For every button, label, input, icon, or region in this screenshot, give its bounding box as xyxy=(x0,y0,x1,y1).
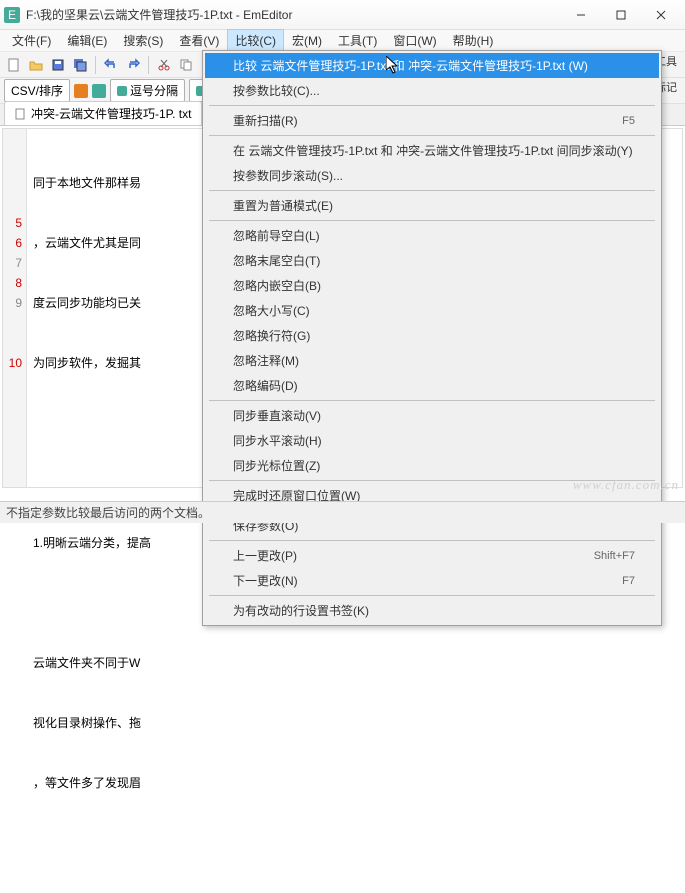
compare-menu: 比较 云端文件管理技巧-1P.txt 和 冲突-云端文件管理技巧-1P.txt … xyxy=(202,50,662,626)
statusbar: 不指定参数比较最后访问的两个文档。 xyxy=(0,501,685,523)
line-number: 6 xyxy=(3,233,22,253)
menu-sync-horz[interactable]: 同步水平滚动(H) xyxy=(205,428,659,453)
csv-mode-icon[interactable] xyxy=(74,84,88,98)
minimize-button[interactable] xyxy=(561,1,601,29)
menu-ignore-case[interactable]: 忽略大小写(C) xyxy=(205,298,659,323)
menu-sync-cursor[interactable]: 同步光标位置(Z) xyxy=(205,453,659,478)
maximize-button[interactable] xyxy=(601,1,641,29)
status-text: 不指定参数比较最后访问的两个文档。 xyxy=(6,504,210,521)
menu-compare[interactable]: 比较(C) xyxy=(227,29,284,52)
cut-icon[interactable] xyxy=(154,55,174,75)
menu-sync-params[interactable]: 按参数同步滚动(S)... xyxy=(205,163,659,188)
csv-mode2-icon[interactable] xyxy=(92,84,106,98)
copy-icon[interactable] xyxy=(176,55,196,75)
menu-sync-scroll[interactable]: 在 云端文件管理技巧-1P.txt 和 冲突-云端文件管理技巧-1P.txt 间… xyxy=(205,138,659,163)
watermark: www.cfan.com.cn xyxy=(573,477,679,493)
window-title: F:\我的坚果云\云端文件管理技巧-1P.txt - EmEditor xyxy=(26,6,561,23)
menu-ignore-embed[interactable]: 忽略内嵌空白(B) xyxy=(205,273,659,298)
saveall-icon[interactable] xyxy=(70,55,90,75)
menu-rescan[interactable]: 重新扫描(R)F5 xyxy=(205,108,659,133)
comma-button[interactable]: 逗号分隔 xyxy=(110,79,185,102)
menu-ignore-comment[interactable]: 忽略注释(M) xyxy=(205,348,659,373)
menu-compare-files[interactable]: 比较 云端文件管理技巧-1P.txt 和 冲突-云端文件管理技巧-1P.txt … xyxy=(205,53,659,78)
tab-label: 冲突-云端文件管理技巧-1P. txt xyxy=(31,105,191,122)
line-number: 8 xyxy=(3,273,22,293)
save-icon[interactable] xyxy=(48,55,68,75)
menu-reset-normal[interactable]: 重置为普通模式(E) xyxy=(205,193,659,218)
redo-icon[interactable] xyxy=(123,55,143,75)
menu-help[interactable]: 帮助(H) xyxy=(445,29,502,52)
menu-ignore-encoding[interactable]: 忽略编码(D) xyxy=(205,373,659,398)
svg-text:E: E xyxy=(8,8,16,22)
menu-macro[interactable]: 宏(M) xyxy=(284,29,330,52)
menu-sync-vert[interactable]: 同步垂直滚动(V) xyxy=(205,403,659,428)
line-number: 7 xyxy=(3,253,22,273)
menu-prev-change[interactable]: 上一更改(P)Shift+F7 xyxy=(205,543,659,568)
app-icon: E xyxy=(4,7,20,23)
menu-window[interactable]: 窗口(W) xyxy=(385,29,444,52)
menu-file[interactable]: 文件(F) xyxy=(4,29,59,52)
menubar: 文件(F) 编辑(E) 搜索(S) 查看(V) 比较(C) 宏(M) 工具(T)… xyxy=(0,30,685,52)
document-tab[interactable]: 冲突-云端文件管理技巧-1P. txt xyxy=(4,101,202,125)
close-button[interactable] xyxy=(641,1,681,29)
menu-next-change[interactable]: 下一更改(N)F7 xyxy=(205,568,659,593)
menu-bookmark[interactable]: 为有改动的行设置书签(K) xyxy=(205,598,659,623)
line-number: 9 xyxy=(3,293,22,313)
menu-view[interactable]: 查看(V) xyxy=(171,29,227,52)
menu-compare-params[interactable]: 按参数比较(C)... xyxy=(205,78,659,103)
menu-ignore-trail[interactable]: 忽略末尾空白(T) xyxy=(205,248,659,273)
line-number: 5 xyxy=(3,213,22,233)
titlebar: E F:\我的坚果云\云端文件管理技巧-1P.txt - EmEditor xyxy=(0,0,685,30)
open-icon[interactable] xyxy=(26,55,46,75)
menu-tools[interactable]: 工具(T) xyxy=(330,29,385,52)
menu-edit[interactable]: 编辑(E) xyxy=(59,29,115,52)
menu-ignore-lead[interactable]: 忽略前导空白(L) xyxy=(205,223,659,248)
file-icon xyxy=(15,108,27,120)
menu-ignore-newline[interactable]: 忽略换行符(G) xyxy=(205,323,659,348)
new-icon[interactable] xyxy=(4,55,24,75)
menu-search[interactable]: 搜索(S) xyxy=(115,29,171,52)
line-number: 10 xyxy=(3,353,22,373)
line-gutter: 5 6 7 8 9 10 xyxy=(3,129,27,487)
undo-icon[interactable] xyxy=(101,55,121,75)
csv-sort-button[interactable]: CSV/排序 xyxy=(4,79,70,102)
